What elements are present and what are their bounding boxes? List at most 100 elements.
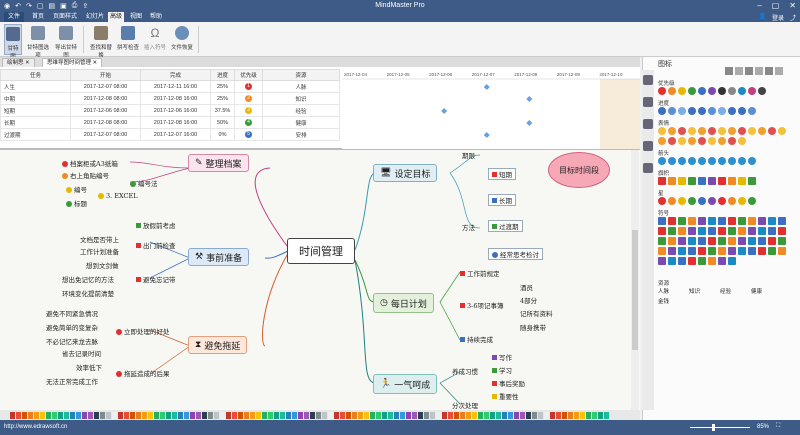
color-swatch[interactable] bbox=[400, 411, 405, 419]
emotion-icon[interactable] bbox=[658, 137, 666, 145]
color-swatch[interactable] bbox=[544, 411, 549, 419]
cell-end[interactable]: 2017-12-07 16:00 bbox=[140, 128, 211, 141]
col-start[interactable]: 开始 bbox=[70, 69, 141, 81]
color-swatch[interactable] bbox=[172, 411, 177, 419]
color-swatch[interactable] bbox=[526, 411, 531, 419]
symbol-icon[interactable] bbox=[738, 237, 746, 245]
color-swatch[interactable] bbox=[130, 411, 135, 419]
color-swatch[interactable] bbox=[310, 411, 315, 419]
symbol-icon[interactable] bbox=[698, 227, 706, 235]
symbol-icon[interactable] bbox=[688, 227, 696, 235]
color-swatch[interactable] bbox=[496, 411, 501, 419]
color-swatch[interactable] bbox=[460, 411, 465, 419]
task-tab-icon[interactable] bbox=[643, 163, 653, 173]
priority-icon[interactable] bbox=[688, 87, 696, 95]
flag-icon[interactable] bbox=[668, 177, 676, 185]
color-swatch[interactable] bbox=[214, 411, 219, 419]
color-swatch[interactable] bbox=[346, 411, 351, 419]
menu-slides[interactable]: 幻灯片 bbox=[85, 12, 105, 22]
flag-icon[interactable] bbox=[728, 177, 736, 185]
cell-start[interactable]: 2017-12-06 08:00 bbox=[70, 104, 141, 117]
symbol-icon[interactable] bbox=[668, 237, 676, 245]
color-swatch[interactable] bbox=[436, 411, 441, 419]
arrow-icon[interactable] bbox=[658, 157, 666, 165]
color-swatch[interactable] bbox=[388, 411, 393, 419]
symbol-icon[interactable] bbox=[668, 247, 676, 255]
star-icon[interactable] bbox=[708, 197, 716, 205]
color-swatch[interactable] bbox=[16, 411, 21, 419]
color-swatch[interactable] bbox=[532, 411, 537, 419]
priority-icon[interactable] bbox=[658, 87, 666, 95]
color-swatch[interactable] bbox=[154, 411, 159, 419]
cell-priority[interactable]: 3 bbox=[234, 104, 263, 117]
symbol-icon[interactable] bbox=[758, 227, 766, 235]
flag-icon[interactable] bbox=[748, 177, 756, 185]
symbol-icon[interactable] bbox=[688, 257, 696, 265]
cell-progress[interactable]: 50% bbox=[210, 116, 235, 129]
symbol-icon[interactable] bbox=[708, 227, 716, 235]
menu-view[interactable]: 视图 bbox=[128, 12, 144, 22]
maximize-icon[interactable]: ▢ bbox=[772, 1, 780, 10]
color-swatch[interactable] bbox=[220, 411, 225, 419]
icon-tab-icon[interactable] bbox=[643, 97, 653, 107]
node[interactable]: 无法正常完成工作 bbox=[46, 376, 98, 386]
col-end[interactable]: 完成 bbox=[140, 69, 211, 81]
color-swatch[interactable] bbox=[352, 411, 357, 419]
progress-icon[interactable] bbox=[748, 107, 756, 115]
cell-start[interactable]: 2017-12-07 08:00 bbox=[70, 80, 141, 93]
priority-icon[interactable] bbox=[758, 87, 766, 95]
node[interactable]: 工作计划准备 bbox=[80, 246, 119, 256]
menu-help[interactable]: 帮助 bbox=[148, 12, 164, 22]
flag-icon[interactable] bbox=[678, 177, 686, 185]
emotion-icon[interactable] bbox=[738, 137, 746, 145]
node[interactable]: 右上角贴编号 bbox=[62, 170, 109, 180]
col-progress[interactable]: 进度 bbox=[210, 69, 235, 81]
topic-avoid[interactable]: ⧗ 避免拖延 bbox=[188, 336, 248, 354]
node[interactable]: 立即处理的好处 bbox=[116, 326, 170, 336]
node[interactable]: 3-6项记事簿 bbox=[460, 300, 503, 310]
find-replace-button[interactable]: 查找和替换 bbox=[88, 24, 114, 59]
symbol-icon[interactable] bbox=[758, 247, 766, 255]
node[interactable]: 学习 bbox=[492, 365, 512, 375]
color-swatch[interactable] bbox=[406, 411, 411, 419]
gantt-options-button[interactable]: 甘特图选项 bbox=[25, 24, 51, 59]
progress-icon[interactable] bbox=[658, 107, 666, 115]
insert-symbol-button[interactable]: Ω 插入符号 bbox=[144, 24, 166, 55]
cell-start[interactable]: 2017-12-07 08:00 bbox=[70, 128, 141, 141]
progress-icon[interactable] bbox=[738, 107, 746, 115]
priority-icon[interactable] bbox=[728, 87, 736, 95]
color-swatch[interactable] bbox=[46, 411, 51, 419]
priority-icon[interactable] bbox=[708, 87, 716, 95]
color-swatch[interactable] bbox=[586, 411, 591, 419]
mindmap-canvas[interactable]: 时间管理 ✎ 整理档案 ⚒ 事前准备 ⧗ 避免拖延 🖥 设定目标 ◷ 每日计划 🏃 一气呵成… bbox=[0, 150, 640, 410]
node[interactable]: 持续完成 bbox=[460, 334, 493, 344]
priority-icon[interactable] bbox=[738, 87, 746, 95]
color-swatch[interactable] bbox=[334, 411, 339, 419]
star-icon[interactable] bbox=[718, 197, 726, 205]
symbol-icon[interactable] bbox=[728, 247, 736, 255]
color-swatch[interactable] bbox=[28, 411, 33, 419]
flag-icon[interactable] bbox=[658, 177, 666, 185]
emotion-icon[interactable] bbox=[728, 137, 736, 145]
symbol-icon[interactable] bbox=[758, 217, 766, 225]
node[interactable]: 写作 bbox=[492, 352, 512, 362]
color-swatch[interactable] bbox=[178, 411, 183, 419]
color-swatch[interactable] bbox=[148, 411, 153, 419]
color-swatch[interactable] bbox=[34, 411, 39, 419]
gantt-row[interactable]: 长期 2017-12-08 08:00 2017-12-08 16:00 50% 4 健康 bbox=[0, 116, 340, 129]
color-swatch[interactable] bbox=[58, 411, 63, 419]
emotion-icon[interactable] bbox=[708, 137, 716, 145]
node[interactable]: 避免简单的变复杂 bbox=[46, 322, 98, 332]
color-swatch[interactable] bbox=[604, 411, 609, 419]
symbol-icon[interactable] bbox=[708, 237, 716, 245]
symbol-icon[interactable] bbox=[718, 237, 726, 245]
color-swatch[interactable] bbox=[370, 411, 375, 419]
cell-priority[interactable]: 4 bbox=[234, 116, 263, 129]
node[interactable]: 随身携带 bbox=[520, 322, 546, 332]
gantt-row[interactable]: 中期 2017-12-08 08:00 2017-12-08 16:00 25% 2 知识 bbox=[0, 92, 340, 105]
color-swatch[interactable] bbox=[64, 411, 69, 419]
color-swatch[interactable] bbox=[292, 411, 297, 419]
star-icon[interactable] bbox=[748, 197, 756, 205]
symbol-icon[interactable] bbox=[678, 217, 686, 225]
symbol-icon[interactable] bbox=[698, 247, 706, 255]
